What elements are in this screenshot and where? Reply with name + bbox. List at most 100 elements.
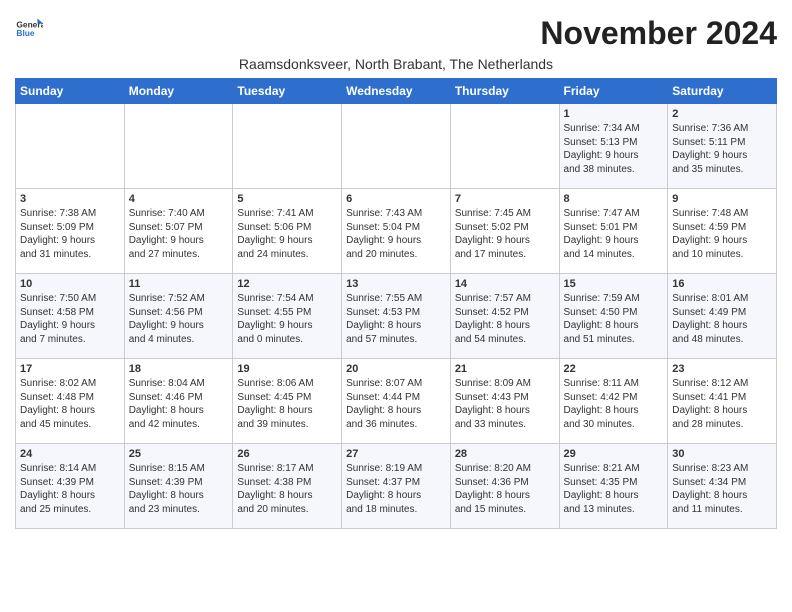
day-cell: 25Sunrise: 8:15 AM Sunset: 4:39 PM Dayli…	[124, 444, 233, 529]
days-header-row: SundayMondayTuesdayWednesdayThursdayFrid…	[16, 79, 777, 104]
day-cell: 22 Sunrise: 8:11 AM Sunset: 4:42 PM Dayli…	[559, 359, 668, 444]
day-header-friday: Friday	[559, 79, 668, 104]
day-number: 21	[455, 363, 555, 375]
day-number: 16	[672, 278, 772, 290]
day-number: 29	[564, 448, 664, 460]
day-cell: 3 Sunrise: 7:38 AM Sunset: 5:09 PM Daylig…	[16, 189, 125, 274]
day-info: Sunrise: 8:20 AM Sunset: 4:36 PM Dayligh…	[455, 462, 555, 516]
day-cell: 6 Sunrise: 7:43 AM Sunset: 5:04 PM Daylig…	[342, 189, 451, 274]
day-cell: 28 Sunrise: 8:20 AM Sunset: 4:36 PM Dayli…	[450, 444, 559, 529]
week-row-3: 10 Sunrise: 7:50 AM Sunset: 4:58 PM Dayli…	[16, 274, 777, 359]
day-cell: 1 Sunrise: 7:34 AM Sunset: 5:13 PM Daylig…	[559, 104, 668, 189]
day-number: 12	[237, 278, 337, 290]
day-cell: 11Sunrise: 7:52 AM Sunset: 4:56 PM Dayli…	[124, 274, 233, 359]
day-info: Sunrise: 7:47 AM Sunset: 5:01 PM Dayligh…	[564, 207, 664, 261]
day-cell: 4 Sunrise: 7:40 AM Sunset: 5:07 PM Daylig…	[124, 189, 233, 274]
day-header-sunday: Sunday	[16, 79, 125, 104]
day-cell: 14 Sunrise: 7:57 AM Sunset: 4:52 PM Dayli…	[450, 274, 559, 359]
day-number: 10	[20, 278, 120, 290]
day-cell	[233, 104, 342, 189]
day-info: Sunrise: 7:52 AM Sunset: 4:56 PM Dayligh…	[129, 292, 229, 346]
day-info: Sunrise: 8:23 AM Sunset: 4:34 PM Dayligh…	[672, 462, 772, 516]
day-info: Sunrise: 7:43 AM Sunset: 5:04 PM Dayligh…	[346, 207, 446, 261]
day-number: 26	[237, 448, 337, 460]
day-number: 3	[20, 193, 120, 205]
day-header-monday: Monday	[124, 79, 233, 104]
day-cell: 12 Sunrise: 7:54 AM Sunset: 4:55 PM Dayli…	[233, 274, 342, 359]
day-cell: 9Sunrise: 7:48 AM Sunset: 4:59 PM Daylig…	[668, 189, 777, 274]
day-cell: 30 Sunrise: 8:23 AM Sunset: 4:34 PM Dayli…	[668, 444, 777, 529]
day-number: 22	[564, 363, 664, 375]
day-header-saturday: Saturday	[668, 79, 777, 104]
day-cell: 15 Sunrise: 7:59 AM Sunset: 4:50 PM Dayli…	[559, 274, 668, 359]
day-cell: 13 Sunrise: 7:55 AM Sunset: 4:53 PM Dayli…	[342, 274, 451, 359]
week-row-2: 3 Sunrise: 7:38 AM Sunset: 5:09 PM Daylig…	[16, 189, 777, 274]
day-number: 2	[672, 108, 772, 120]
day-info: Sunrise: 8:07 AM Sunset: 4:44 PM Dayligh…	[346, 377, 446, 431]
day-cell: 21 Sunrise: 8:09 AM Sunset: 4:43 PM Dayli…	[450, 359, 559, 444]
day-info: Sunrise: 7:40 AM Sunset: 5:07 PM Dayligh…	[129, 207, 229, 261]
day-info: Sunrise: 7:41 AM Sunset: 5:06 PM Dayligh…	[237, 207, 337, 261]
month-title: November 2024	[540, 15, 777, 52]
day-info: Sunrise: 8:02 AM Sunset: 4:48 PM Dayligh…	[20, 377, 120, 431]
day-cell: 7Sunrise: 7:45 AM Sunset: 5:02 PM Daylig…	[450, 189, 559, 274]
day-info: Sunrise: 7:59 AM Sunset: 4:50 PM Dayligh…	[564, 292, 664, 346]
logo: General Blue	[15, 15, 43, 43]
day-number: 6	[346, 193, 446, 205]
day-info: Sunrise: 7:38 AM Sunset: 5:09 PM Dayligh…	[20, 207, 120, 261]
day-cell: 29 Sunrise: 8:21 AM Sunset: 4:35 PM Dayli…	[559, 444, 668, 529]
day-info: Sunrise: 8:04 AM Sunset: 4:46 PM Dayligh…	[129, 377, 229, 431]
day-info: Sunrise: 7:34 AM Sunset: 5:13 PM Dayligh…	[564, 122, 664, 176]
day-info: Sunrise: 8:09 AM Sunset: 4:43 PM Dayligh…	[455, 377, 555, 431]
day-cell: 26 Sunrise: 8:17 AM Sunset: 4:38 PM Dayli…	[233, 444, 342, 529]
day-cell: 24 Sunrise: 8:14 AM Sunset: 4:39 PM Dayli…	[16, 444, 125, 529]
day-number: 13	[346, 278, 446, 290]
day-header-tuesday: Tuesday	[233, 79, 342, 104]
week-row-5: 24 Sunrise: 8:14 AM Sunset: 4:39 PM Dayli…	[16, 444, 777, 529]
calendar-table: SundayMondayTuesdayWednesdayThursdayFrid…	[15, 78, 777, 529]
day-number: 18	[129, 363, 229, 375]
day-number: 9	[672, 193, 772, 205]
day-number: 30	[672, 448, 772, 460]
day-cell: 19Sunrise: 8:06 AM Sunset: 4:45 PM Dayli…	[233, 359, 342, 444]
day-number: 15	[564, 278, 664, 290]
day-info: Sunrise: 8:01 AM Sunset: 4:49 PM Dayligh…	[672, 292, 772, 346]
day-cell: 27 Sunrise: 8:19 AM Sunset: 4:37 PM Dayli…	[342, 444, 451, 529]
day-info: Sunrise: 7:50 AM Sunset: 4:58 PM Dayligh…	[20, 292, 120, 346]
day-number: 5	[237, 193, 337, 205]
day-number: 17	[20, 363, 120, 375]
day-info: Sunrise: 8:19 AM Sunset: 4:37 PM Dayligh…	[346, 462, 446, 516]
svg-text:Blue: Blue	[16, 28, 34, 38]
day-number: 7	[455, 193, 555, 205]
day-number: 1	[564, 108, 664, 120]
day-info: Sunrise: 7:54 AM Sunset: 4:55 PM Dayligh…	[237, 292, 337, 346]
day-header-wednesday: Wednesday	[342, 79, 451, 104]
day-info: Sunrise: 7:55 AM Sunset: 4:53 PM Dayligh…	[346, 292, 446, 346]
day-number: 25	[129, 448, 229, 460]
day-header-thursday: Thursday	[450, 79, 559, 104]
day-cell: 16 Sunrise: 8:01 AM Sunset: 4:49 PM Dayli…	[668, 274, 777, 359]
day-info: Sunrise: 8:14 AM Sunset: 4:39 PM Dayligh…	[20, 462, 120, 516]
week-row-4: 17 Sunrise: 8:02 AM Sunset: 4:48 PM Dayli…	[16, 359, 777, 444]
day-info: Sunrise: 7:36 AM Sunset: 5:11 PM Dayligh…	[672, 122, 772, 176]
day-cell: 8 Sunrise: 7:47 AM Sunset: 5:01 PM Daylig…	[559, 189, 668, 274]
day-number: 14	[455, 278, 555, 290]
day-info: Sunrise: 8:11 AM Sunset: 4:42 PM Dayligh…	[564, 377, 664, 431]
day-number: 27	[346, 448, 446, 460]
day-cell: 10 Sunrise: 7:50 AM Sunset: 4:58 PM Dayli…	[16, 274, 125, 359]
day-cell: 23 Sunrise: 8:12 AM Sunset: 4:41 PM Dayli…	[668, 359, 777, 444]
day-info: Sunrise: 8:12 AM Sunset: 4:41 PM Dayligh…	[672, 377, 772, 431]
day-cell: 18 Sunrise: 8:04 AM Sunset: 4:46 PM Dayli…	[124, 359, 233, 444]
day-number: 4	[129, 193, 229, 205]
day-cell: 17 Sunrise: 8:02 AM Sunset: 4:48 PM Dayli…	[16, 359, 125, 444]
day-number: 8	[564, 193, 664, 205]
day-number: 28	[455, 448, 555, 460]
day-number: 19	[237, 363, 337, 375]
day-info: Sunrise: 7:57 AM Sunset: 4:52 PM Dayligh…	[455, 292, 555, 346]
day-info: Sunrise: 8:21 AM Sunset: 4:35 PM Dayligh…	[564, 462, 664, 516]
header-section: General Blue November 2024	[15, 15, 777, 52]
day-info: Sunrise: 8:17 AM Sunset: 4:38 PM Dayligh…	[237, 462, 337, 516]
day-number: 24	[20, 448, 120, 460]
day-number: 23	[672, 363, 772, 375]
day-cell	[450, 104, 559, 189]
